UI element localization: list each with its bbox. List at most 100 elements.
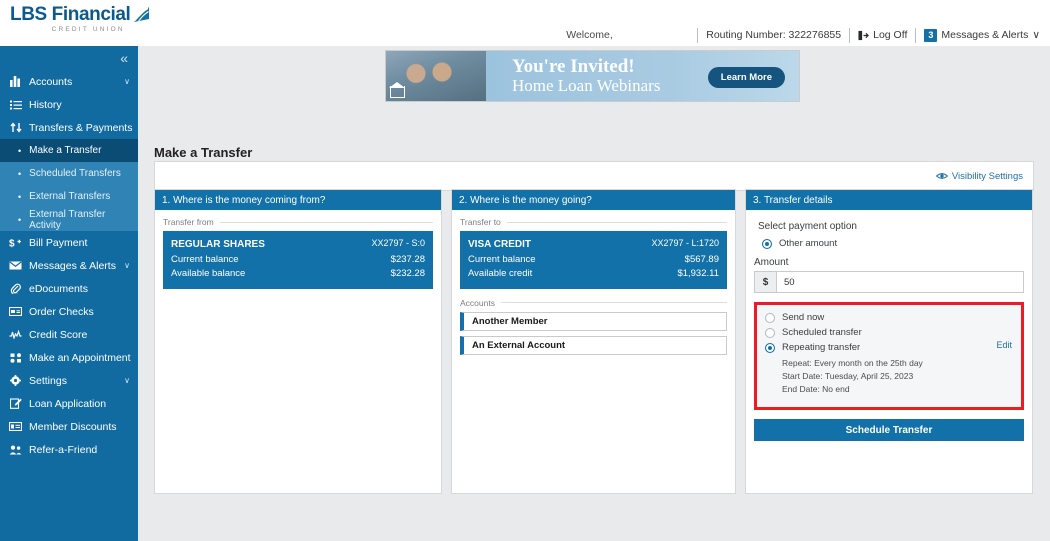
sidebar-item-edocuments[interactable]: eDocuments xyxy=(0,277,138,300)
radio-button-icon xyxy=(765,312,775,323)
panel-body: Select payment option Other amount Amoun… xyxy=(746,210,1032,448)
log-off-button[interactable]: Log Off xyxy=(858,29,907,41)
payment-option-label: Select payment option xyxy=(758,221,857,232)
sidebar-item-label: History xyxy=(29,98,62,111)
app-window: LBS Financial CREDIT UNION Welcome, Rout… xyxy=(0,0,1050,541)
radio-repeating-transfer[interactable]: Repeating transfer xyxy=(765,342,1013,353)
sidebar-item-label: Transfers & Payments xyxy=(29,121,133,134)
balance-label: Current balance xyxy=(468,253,536,265)
promo-body: You're Invited! Home Loan Webinars Learn… xyxy=(486,51,799,101)
sidebar-item-label: Loan Application xyxy=(29,397,107,410)
list-icon xyxy=(9,100,22,110)
radio-button-icon xyxy=(762,238,772,249)
brand-bar: LBS Financial CREDIT UNION Welcome, Rout… xyxy=(0,0,1050,46)
promo-image xyxy=(386,51,486,101)
sidebar-item-messages-alerts[interactable]: Messages & Alerts ∨ xyxy=(0,254,138,277)
sidebar-item-external-transfers[interactable]: • External Transfers xyxy=(0,185,138,208)
main-content: You're Invited! Home Loan Webinars Learn… xyxy=(138,46,1050,541)
radio-button-icon xyxy=(765,342,775,353)
sidebar-item-label: Messages & Alerts xyxy=(29,259,116,272)
page-title: Make a Transfer xyxy=(154,145,253,160)
bar-chart-icon xyxy=(9,76,22,87)
account-balance-row: Available credit $1,932.11 xyxy=(468,267,719,282)
messages-alerts-menu[interactable]: 3 Messages & Alerts ∨ xyxy=(924,28,1050,42)
source-account-card[interactable]: REGULAR SHARES XX2797 - S:0 Current bala… xyxy=(163,231,433,289)
brand-logo-text: LBS Financial xyxy=(10,5,150,24)
sidebar-subitem-label: Make a Transfer xyxy=(29,145,102,156)
radio-label: Send now xyxy=(782,312,825,323)
sidebar-item-history[interactable]: History xyxy=(0,93,138,116)
chevron-down-icon: ∨ xyxy=(124,77,130,86)
radio-other-amount[interactable]: Other amount xyxy=(754,238,1024,249)
radio-label: Scheduled transfer xyxy=(782,327,862,338)
people-icon xyxy=(9,445,22,455)
bullet-icon: • xyxy=(18,145,22,156)
collapse-sidebar-icon[interactable]: « xyxy=(120,51,128,65)
transfer-from-label: Transfer from xyxy=(163,217,433,227)
panel-transfer-details: 3. Transfer details Select payment optio… xyxy=(745,189,1033,494)
learn-more-button[interactable]: Learn More xyxy=(707,67,785,88)
radio-label: Repeating transfer xyxy=(782,342,861,353)
sidebar-item-member-discounts[interactable]: Member Discounts xyxy=(0,415,138,438)
fieldset-text: Transfer from xyxy=(163,217,214,227)
sidebar-item-make-a-transfer[interactable]: • Make a Transfer xyxy=(0,139,138,162)
credit-score-icon xyxy=(9,330,22,339)
brand-name: LBS Financial xyxy=(10,4,131,25)
account-balance-row: Current balance $567.89 xyxy=(468,253,719,268)
sidebar-subitem-label: Scheduled Transfers xyxy=(29,168,121,179)
pencil-icon xyxy=(9,398,22,409)
radio-send-now[interactable]: Send now xyxy=(765,312,1013,323)
divider xyxy=(915,27,917,43)
sidebar-item-make-an-appointment[interactable]: Make an Appointment xyxy=(0,346,138,369)
edit-schedule-link[interactable]: Edit xyxy=(996,340,1012,350)
bullet-icon: • xyxy=(18,214,22,225)
repeat-detail-line: End Date: No end xyxy=(782,383,850,394)
transfer-panels: 1. Where is the money coming from? Trans… xyxy=(154,189,1034,494)
sidebar-item-label: Refer-a-Friend xyxy=(29,443,98,456)
amount-input[interactable]: 50 xyxy=(777,272,1023,292)
dollar-icon: $ xyxy=(9,237,22,248)
sidebar-item-order-checks[interactable]: Order Checks xyxy=(0,300,138,323)
bullet-icon: • xyxy=(18,168,22,179)
promo-banner[interactable]: You're Invited! Home Loan Webinars Learn… xyxy=(385,50,800,102)
sidebar-item-refer-a-friend[interactable]: Refer-a-Friend xyxy=(0,438,138,461)
external-account-button[interactable]: An External Account xyxy=(460,335,727,355)
account-title-row: REGULAR SHARES XX2797 - S:0 xyxy=(171,237,425,253)
sidebar-item-loan-application[interactable]: Loan Application xyxy=(0,392,138,415)
brand-logo[interactable]: LBS Financial CREDIT UNION xyxy=(10,5,150,33)
balance-value: $567.89 xyxy=(684,253,719,265)
radio-scheduled-transfer[interactable]: Scheduled transfer xyxy=(765,327,1013,338)
divider xyxy=(697,27,699,43)
balance-value: $237.28 xyxy=(390,253,425,265)
sidebar-item-accounts[interactable]: Accounts ∨ xyxy=(0,70,138,93)
sidebar-item-external-transfer-activity[interactable]: • External Transfer Activity xyxy=(0,208,138,231)
fieldset-text: Transfer to xyxy=(460,217,501,227)
currency-prefix: $ xyxy=(755,272,777,292)
destination-account-card[interactable]: VISA CREDIT XX2797 - L:1720 Current bala… xyxy=(460,231,727,289)
schedule-transfer-button[interactable]: Schedule Transfer xyxy=(754,419,1024,442)
schedule-options-group: Send now Scheduled transfer Repeating tr… xyxy=(754,302,1024,411)
panel-money-destination: 2. Where is the money going? Transfer to… xyxy=(451,189,736,494)
sidebar-item-label: eDocuments xyxy=(29,282,88,295)
chevron-down-icon: ∨ xyxy=(1032,29,1040,41)
routing-number: Routing Number: 322276855 xyxy=(706,29,842,41)
sidebar-subitem-label: External Transfer Activity xyxy=(29,208,106,231)
sidebar-item-label: Order Checks xyxy=(29,305,94,318)
sidebar-item-settings[interactable]: Settings ∨ xyxy=(0,369,138,392)
sidebar-item-credit-score[interactable]: Credit Score xyxy=(0,323,138,346)
appointment-icon xyxy=(9,352,22,363)
account-name: VISA CREDIT xyxy=(468,239,531,250)
sidebar-item-transfers-payments[interactable]: Transfers & Payments ∧ xyxy=(0,116,145,139)
visibility-settings-bar: Visibility Settings xyxy=(154,161,1034,191)
panel-header: 1. Where is the money coming from? xyxy=(155,190,441,210)
sidebar-item-bill-payment[interactable]: $ Bill Payment xyxy=(0,231,138,254)
panel-money-source: 1. Where is the money coming from? Trans… xyxy=(154,189,442,494)
sidebar-item-scheduled-transfers[interactable]: • Scheduled Transfers xyxy=(0,162,138,185)
visibility-settings-link[interactable]: Visibility Settings xyxy=(935,171,1023,182)
sidebar-item-label: Member Discounts xyxy=(29,420,117,433)
another-member-button[interactable]: Another Member xyxy=(460,311,727,331)
welcome-label: Welcome, xyxy=(566,29,613,41)
bullet-icon: • xyxy=(18,191,22,202)
amount-field[interactable]: $ 50 xyxy=(754,271,1024,293)
chevron-down-icon: ∨ xyxy=(124,376,130,385)
